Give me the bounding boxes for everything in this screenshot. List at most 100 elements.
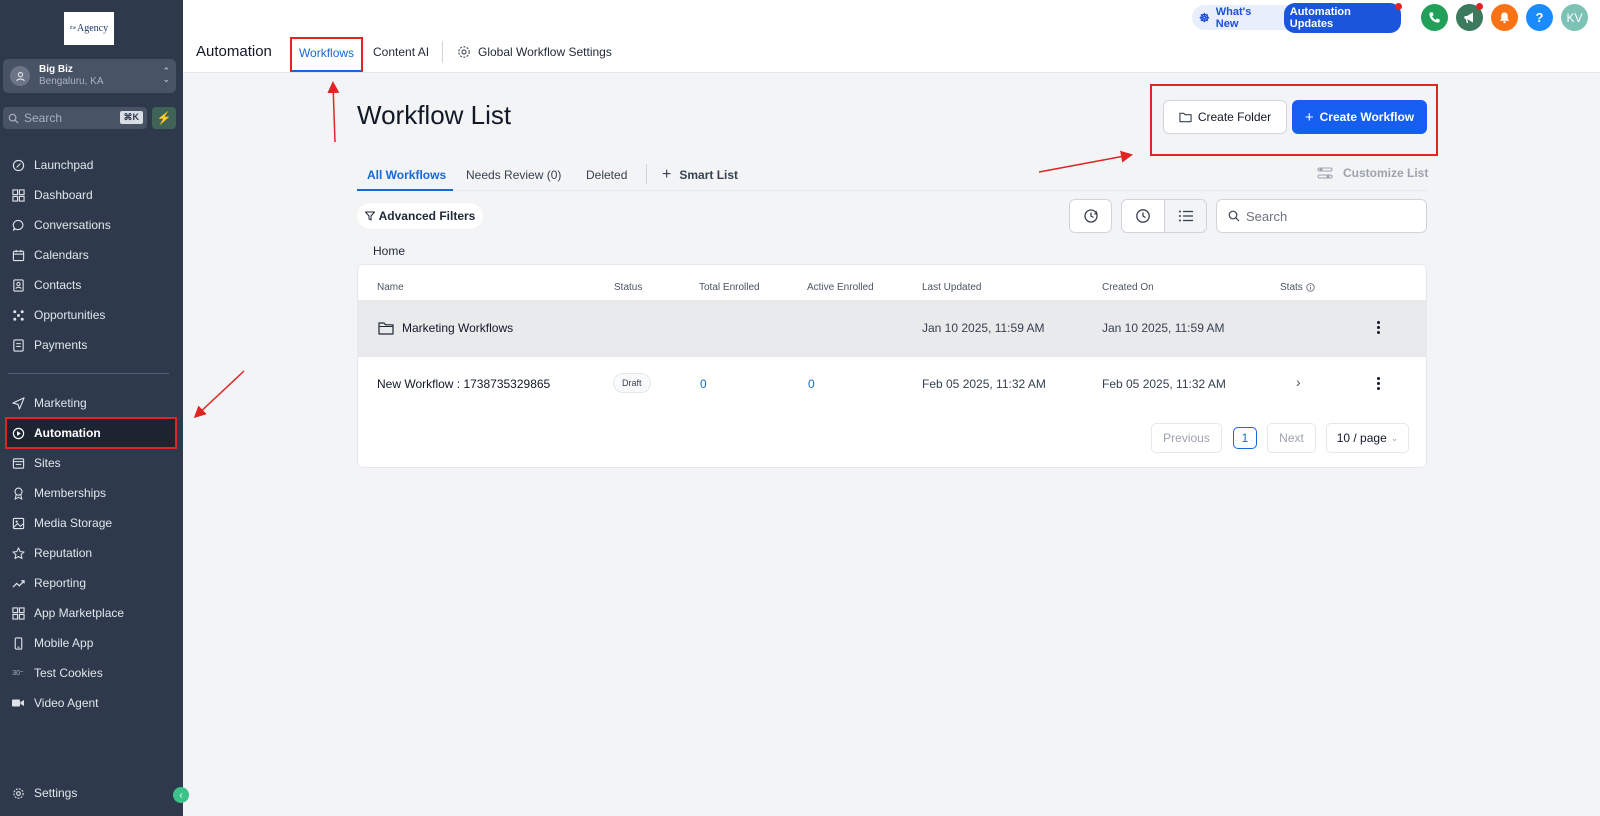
sidebar-item-label: Conversations bbox=[34, 218, 111, 232]
column-header-active-enrolled[interactable]: Active Enrolled bbox=[807, 282, 874, 293]
sidebar-item-mobile-app[interactable]: Mobile App bbox=[5, 628, 177, 658]
agency-logo[interactable]: the Agency bbox=[64, 12, 114, 45]
sidebar-item-label: Media Storage bbox=[34, 516, 113, 530]
list-view-button[interactable] bbox=[1164, 199, 1207, 233]
sidebar-item-opportunities[interactable]: Opportunities bbox=[5, 300, 177, 330]
previous-page-button[interactable]: Previous bbox=[1151, 423, 1222, 453]
workflow-name[interactable]: New Workflow : 1738735329865 bbox=[377, 377, 550, 391]
sidebar-search[interactable]: Search ⌘K bbox=[3, 107, 147, 129]
opportunities-icon bbox=[10, 307, 26, 323]
sidebar-item-reporting[interactable]: Reporting bbox=[5, 568, 177, 598]
tab-content-ai[interactable]: Content AI bbox=[373, 45, 429, 59]
tab-separator bbox=[442, 41, 443, 63]
page-size-select[interactable]: 10 / page ⌄ bbox=[1326, 423, 1409, 453]
apps-icon bbox=[10, 605, 26, 621]
sidebar-item-conversations[interactable]: Conversations bbox=[5, 210, 177, 240]
clock-icon bbox=[1136, 209, 1150, 223]
tab-global-workflow-settings[interactable]: Global Workflow Settings bbox=[457, 45, 612, 59]
sites-icon bbox=[10, 455, 26, 471]
phone-icon[interactable] bbox=[1421, 4, 1448, 31]
next-page-button[interactable]: Next bbox=[1267, 423, 1316, 453]
create-folder-button[interactable]: Create Folder bbox=[1163, 100, 1287, 134]
table-row[interactable]: New Workflow : 1738735329865 Draft 0 0 F… bbox=[358, 356, 1426, 412]
contacts-icon bbox=[10, 277, 26, 293]
plus-icon: + bbox=[1304, 108, 1314, 126]
sidebar-item-contacts[interactable]: Contacts bbox=[5, 270, 177, 300]
sidebar-item-media-storage[interactable]: Media Storage bbox=[5, 508, 177, 538]
quick-action-bolt-icon[interactable]: ⚡ bbox=[152, 107, 176, 129]
sidebar-item-reputation[interactable]: Reputation bbox=[5, 538, 177, 568]
more-options-icon[interactable] bbox=[1373, 317, 1383, 337]
avatar[interactable]: KV bbox=[1561, 4, 1588, 31]
info-icon bbox=[1306, 283, 1315, 292]
sidebar-item-test-cookies[interactable]: 30⁼ Test Cookies bbox=[5, 658, 177, 688]
column-header-last-updated[interactable]: Last Updated bbox=[922, 282, 982, 293]
create-workflow-button[interactable]: + Create Workflow bbox=[1292, 100, 1427, 134]
sidebar-item-sites[interactable]: Sites bbox=[5, 448, 177, 478]
subtab-baseline bbox=[357, 190, 1427, 191]
chevron-right-icon[interactable]: › bbox=[1296, 374, 1301, 390]
column-header-created-on[interactable]: Created On bbox=[1102, 282, 1154, 293]
workflow-table: Name Status Total Enrolled Active Enroll… bbox=[357, 264, 1427, 468]
sidebar-item-calendars[interactable]: Calendars bbox=[5, 240, 177, 270]
active-enrolled[interactable]: 0 bbox=[808, 377, 815, 391]
collapse-sidebar-icon[interactable]: ‹ bbox=[173, 787, 189, 803]
sidebar-item-label: Launchpad bbox=[34, 158, 94, 172]
customize-list-label: Customize List bbox=[1343, 166, 1429, 180]
page-number-button[interactable]: 1 bbox=[1233, 427, 1257, 449]
location-icon bbox=[10, 66, 30, 86]
tab-all-workflows[interactable]: All Workflows bbox=[367, 168, 446, 182]
gear-icon bbox=[10, 785, 26, 801]
table-row[interactable]: Marketing Workflows Jan 10 2025, 11:59 A… bbox=[358, 300, 1426, 356]
column-header-name[interactable]: Name bbox=[377, 282, 404, 293]
history-button[interactable] bbox=[1069, 199, 1112, 233]
sidebar-item-marketing[interactable]: Marketing bbox=[5, 388, 177, 418]
plus-icon: + bbox=[662, 166, 672, 183]
column-header-stats[interactable]: Stats bbox=[1280, 282, 1315, 293]
page-section-label: Automation bbox=[196, 43, 272, 60]
sidebar-item-label: Reporting bbox=[34, 576, 87, 590]
folder-name[interactable]: Marketing Workflows bbox=[402, 321, 513, 335]
megaphone-icon[interactable] bbox=[1456, 3, 1483, 31]
sidebar-item-memberships[interactable]: Memberships bbox=[5, 478, 177, 508]
account-switcher[interactable]: Big Biz Bengaluru, KA ⌃ ⌄ bbox=[3, 59, 176, 93]
sidebar-item-label: Reputation bbox=[34, 546, 93, 560]
bell-icon[interactable] bbox=[1491, 4, 1518, 31]
page-title: Workflow List bbox=[357, 100, 512, 130]
sidebar-item-label: App Marketplace bbox=[34, 606, 125, 620]
account-location: Bengaluru, KA bbox=[39, 76, 104, 87]
search-shortcut: ⌘K bbox=[119, 111, 143, 124]
help-icon[interactable]: ? bbox=[1526, 4, 1553, 31]
automation-updates-badge[interactable]: Automation Updates bbox=[1283, 2, 1401, 33]
sidebar-item-settings[interactable]: Settings bbox=[5, 778, 177, 808]
sidebar-item-video-agent[interactable]: Video Agent bbox=[5, 688, 177, 718]
breadcrumb[interactable]: Home bbox=[373, 244, 405, 258]
column-header-total-enrolled[interactable]: Total Enrolled bbox=[699, 282, 760, 293]
timeline-view-button[interactable] bbox=[1121, 199, 1165, 233]
workflow-search-input[interactable]: Search bbox=[1216, 199, 1427, 233]
total-enrolled[interactable]: 0 bbox=[700, 377, 707, 391]
smart-list-button[interactable]: + Smart List bbox=[662, 166, 738, 184]
sidebar-item-label: Marketing bbox=[34, 396, 87, 410]
sidebar-item-launchpad[interactable]: Launchpad bbox=[5, 150, 177, 180]
sidebar-item-label: Calendars bbox=[34, 248, 89, 262]
sidebar-item-app-marketplace[interactable]: App Marketplace bbox=[5, 598, 177, 628]
tab-workflows[interactable]: Workflows bbox=[290, 37, 363, 72]
gear-icon bbox=[458, 46, 470, 58]
whats-new-pill[interactable]: ☸ What's New Automation Updates bbox=[1192, 2, 1402, 33]
sidebar-item-payments[interactable]: Payments bbox=[5, 330, 177, 360]
sidebar-item-label: Dashboard bbox=[34, 188, 93, 202]
advanced-filters-button[interactable]: Advanced Filters bbox=[357, 203, 483, 229]
sidebar-item-automation[interactable]: Automation bbox=[5, 417, 177, 449]
folder-icon bbox=[378, 322, 394, 335]
tab-needs-review[interactable]: Needs Review (0) bbox=[466, 168, 561, 182]
more-options-icon[interactable] bbox=[1373, 373, 1383, 393]
search-icon bbox=[8, 113, 19, 124]
folder-icon bbox=[1179, 112, 1192, 123]
customize-list-button[interactable]: Customize List bbox=[1317, 166, 1428, 180]
automation-updates-label: Automation Updates bbox=[1289, 5, 1351, 30]
sidebar-item-dashboard[interactable]: Dashboard bbox=[5, 180, 177, 210]
tab-deleted[interactable]: Deleted bbox=[586, 168, 627, 182]
column-header-status[interactable]: Status bbox=[614, 282, 642, 293]
smart-list-label: Smart List bbox=[679, 168, 739, 182]
